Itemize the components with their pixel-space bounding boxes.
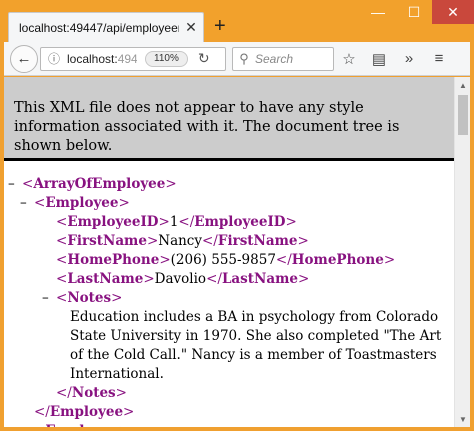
- collapse-toggle[interactable]: –: [20, 422, 34, 427]
- tab-active[interactable]: localhost:49447/api/employeem ✕: [8, 12, 204, 42]
- collapse-toggle[interactable]: –: [8, 175, 22, 194]
- close-tab-icon[interactable]: ✕: [179, 19, 203, 36]
- field-line: <HomePhone>(206) 555-9857</HomePhone>: [56, 252, 396, 268]
- info-icon[interactable]: ⓘ: [45, 50, 63, 67]
- root-open-line: – <ArrayOfEmployee>: [8, 175, 177, 194]
- close-window-icon[interactable]: ✕: [432, 0, 474, 24]
- collapse-toggle[interactable]: –: [20, 194, 34, 213]
- scroll-down-icon[interactable]: ▼: [455, 411, 470, 427]
- field-line: <FirstName>Nancy</FirstName>: [56, 233, 309, 249]
- notes-close-line: </Notes>: [56, 385, 127, 401]
- employee-open-line: –<Employee>: [8, 422, 454, 427]
- window-controls: — ☐ ✕: [360, 0, 474, 24]
- minimize-icon[interactable]: —: [360, 0, 396, 24]
- notes-open-line: – <Notes>: [42, 289, 123, 308]
- overflow-chevron-icon[interactable]: »: [394, 50, 424, 67]
- bookmark-star-icon[interactable]: ☆: [334, 50, 364, 68]
- field-line: <LastName>Davolio</LastName>: [56, 271, 310, 287]
- employee-close-line: </Employee>: [34, 404, 135, 420]
- scroll-up-icon[interactable]: ▲: [455, 77, 470, 93]
- menu-icon[interactable]: ≡: [424, 50, 454, 67]
- page-viewport: This XML file does not appear to have an…: [4, 77, 470, 427]
- field-line: <EmployeeID>1</EmployeeID>: [56, 214, 297, 230]
- reload-icon[interactable]: ↻: [198, 50, 210, 67]
- scroll-thumb[interactable]: [458, 95, 468, 135]
- back-button[interactable]: ←: [10, 44, 38, 73]
- reading-list-icon[interactable]: ▤: [364, 50, 394, 68]
- collapse-toggle[interactable]: –: [42, 289, 56, 308]
- search-icon: ⚲: [239, 50, 249, 66]
- nav-toolbar: ← ⓘ localhost:494 110% ↻ ⚲ Search ☆ ▤ » …: [4, 42, 470, 76]
- search-placeholder: Search: [255, 51, 294, 66]
- xml-style-banner: This XML file does not appear to have an…: [4, 77, 454, 161]
- root-tag: ArrayOfEmployee: [33, 176, 166, 192]
- url-text: localhost:494: [67, 51, 137, 66]
- employee-open-line: –<Employee>: [20, 194, 130, 213]
- title-bar: localhost:49447/api/employeem ✕ + — ☐ ✕: [0, 0, 474, 42]
- arrow-left-icon: ←: [16, 50, 32, 67]
- notes-text: Education includes a BA in psychology fr…: [70, 309, 442, 382]
- maximize-icon[interactable]: ☐: [396, 0, 432, 24]
- zoom-indicator[interactable]: 110%: [145, 50, 188, 67]
- new-tab-icon[interactable]: +: [214, 16, 226, 36]
- xml-tree: – <ArrayOfEmployee> – <Employee> <Employee…: [8, 175, 454, 427]
- tab-title: localhost:49447/api/employeem: [19, 20, 179, 35]
- search-input[interactable]: ⚲ Search: [232, 46, 334, 71]
- url-bar[interactable]: ⓘ localhost:494 110% ↻: [40, 46, 226, 71]
- browser-window: localhost:49447/api/employeem ✕ + — ☐ ✕ …: [0, 0, 474, 431]
- vertical-scrollbar[interactable]: ▲ ▼: [454, 77, 470, 427]
